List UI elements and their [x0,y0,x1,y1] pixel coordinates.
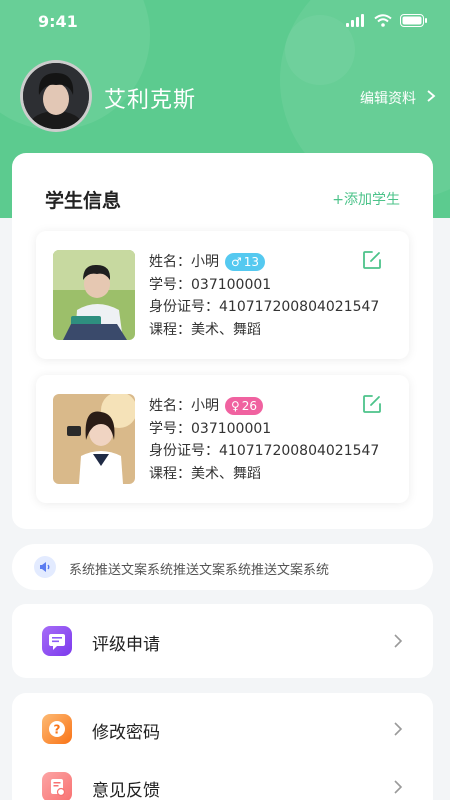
student-photo [53,394,135,484]
course-label: 课程： [149,321,191,338]
student-photo [53,250,135,340]
user-avatar[interactable] [20,60,92,132]
gender-age-badge: ♀ 26 [225,397,264,416]
menu-item-feedback[interactable]: 意见反馈 [12,755,433,800]
edit-icon[interactable] [361,393,383,415]
idcard-label: 身份证号： [149,299,219,315]
student-item[interactable]: 姓名： 小明 ♂ 13 学号： 037100001 身份证号： 41071720… [36,231,409,359]
menu-card: 评级申请 [12,604,433,678]
signal-icon [346,14,364,27]
edit-profile-link[interactable]: 编辑资料 [360,88,436,108]
menu-item-rating[interactable]: 评级申请 [12,609,433,673]
chat-icon [42,626,72,656]
notice-bar[interactable]: 系统推送文案系统推送文案系统推送文案系统 [12,544,433,590]
wifi-icon [374,14,392,27]
edit-profile-label: 编辑资料 [360,91,416,107]
menu-item-password[interactable]: ? 修改密码 [12,697,433,761]
add-student-button[interactable]: +添加学生 [332,189,400,209]
feedback-icon [42,772,72,800]
student-courses: 美术、舞蹈 [191,465,261,482]
student-courses: 美术、舞蹈 [191,321,261,338]
student-details: 姓名： 小明 ♀ 26 学号： 037100001 身份证号： 41071720… [149,395,379,485]
student-name: 小明 [191,398,219,414]
status-bar: 9:41 [0,0,450,44]
idcard-label: 身份证号： [149,443,219,459]
course-label: 课程： [149,465,191,482]
chevron-right-icon [394,722,403,736]
chevron-right-icon [394,634,403,648]
student-no-label: 学号： [149,420,191,437]
notice-text: 系统推送文案系统推送文案系统推送文案系统 [69,563,330,578]
student-no: 037100001 [191,420,272,437]
menu-label: 评级申请 [92,635,160,655]
svg-text:?: ? [54,723,61,737]
student-no: 037100001 [191,276,272,293]
section-title: 学生信息 [45,190,122,212]
menu-label: 修改密码 [92,723,160,743]
user-name: 艾利克斯 [104,88,197,113]
menu-card: ? 修改密码 意见反馈 [12,693,433,800]
male-icon: ♂ [231,255,242,269]
chevron-right-icon [427,90,436,102]
student-age: 26 [241,399,258,413]
idcard-number: 410717200804021547 [219,443,380,459]
name-label: 姓名： [149,398,191,414]
gender-age-badge: ♂ 13 [225,253,266,272]
status-time: 9:41 [38,12,78,31]
student-info-card: 学生信息 +添加学生 姓名： 小明 ♂ 13 学号： 037100001 身份证… [12,153,433,529]
student-details: 姓名： 小明 ♂ 13 学号： 037100001 身份证号： 41071720… [149,251,379,341]
speaker-icon [34,556,56,578]
idcard-number: 410717200804021547 [219,299,380,315]
battery-icon [400,14,427,27]
student-name: 小明 [191,254,219,270]
chevron-right-icon [394,780,403,794]
student-age: 13 [243,255,260,269]
female-icon: ♀ [231,399,240,413]
name-label: 姓名： [149,254,191,270]
edit-icon[interactable] [361,249,383,271]
question-icon: ? [42,714,72,744]
student-item[interactable]: 姓名： 小明 ♀ 26 学号： 037100001 身份证号： 41071720… [36,375,409,503]
student-no-label: 学号： [149,276,191,293]
status-icons [346,14,428,27]
menu-label: 意见反馈 [92,781,160,800]
